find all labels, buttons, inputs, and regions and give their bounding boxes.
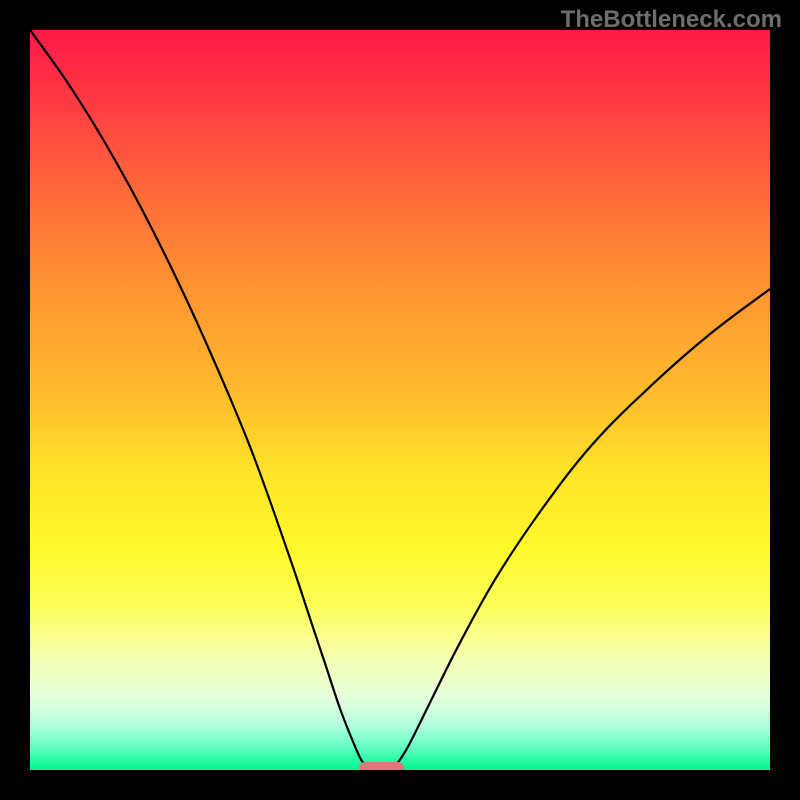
bottleneck-marker	[359, 762, 403, 770]
watermark-text: TheBottleneck.com	[561, 6, 782, 34]
curve-left	[30, 30, 370, 770]
curve-right	[393, 289, 770, 770]
plot-area	[30, 30, 770, 770]
curve-svg	[30, 30, 770, 770]
chart-container: TheBottleneck.com	[0, 0, 800, 800]
